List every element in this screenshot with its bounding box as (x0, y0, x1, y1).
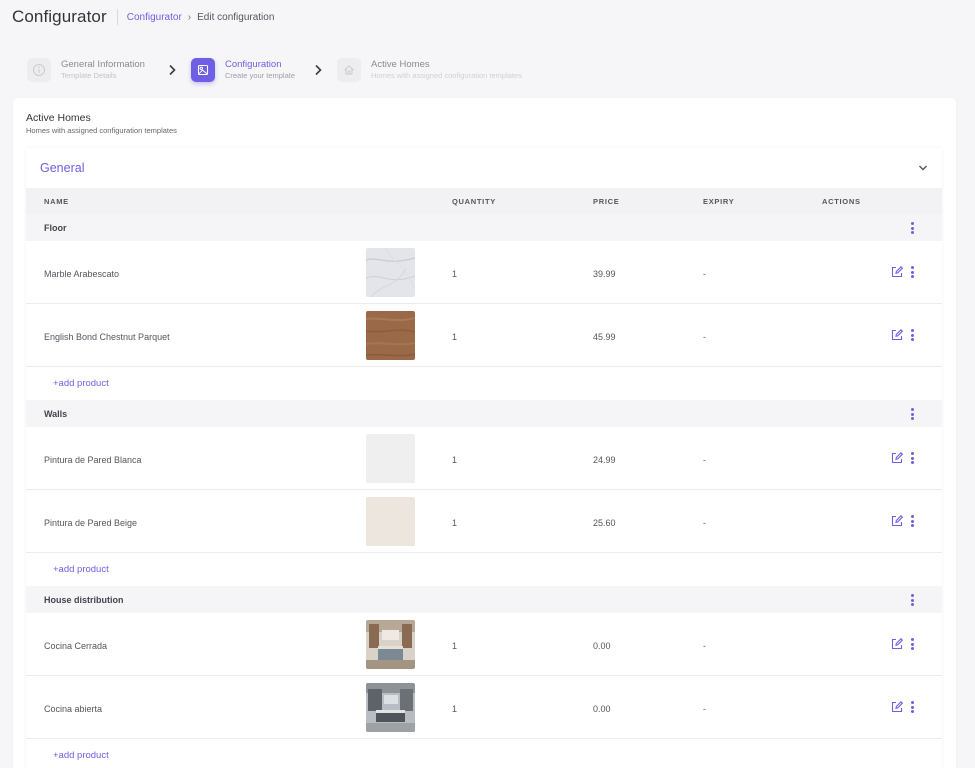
product-thumbnail-white (366, 434, 415, 483)
page-header: Configurator Configurator › Edit configu… (12, 6, 274, 28)
group-row-house-distribution: House distribution (26, 586, 942, 613)
column-header-actions: ACTIONS (822, 197, 861, 206)
step-title: Configuration (224, 59, 282, 70)
product-name: Cocina Cerrada (44, 641, 108, 651)
column-header-name: NAME (44, 197, 69, 206)
general-section-header[interactable]: General (26, 148, 942, 188)
breadcrumb-current: Edit configuration (197, 11, 275, 23)
active-homes-card: Active Homes Homes with assigned configu… (13, 98, 956, 768)
step-configuration[interactable]: Configuration Create your template (190, 58, 296, 82)
product-quantity: 1 (452, 518, 458, 528)
header-divider (116, 9, 118, 25)
edit-icon[interactable] (890, 265, 904, 279)
edit-icon[interactable] (890, 700, 904, 714)
edit-icon[interactable] (890, 514, 904, 528)
page-title: Configurator (12, 7, 107, 26)
configuration-icon (190, 58, 215, 82)
product-expiry: - (703, 518, 706, 528)
column-header-price: PRICE (593, 197, 620, 206)
chevron-down-icon[interactable] (918, 159, 928, 177)
edit-icon[interactable] (890, 328, 904, 342)
table-row: Pintura de Pared Blanca 1 24.99 - (26, 427, 942, 490)
group-row-walls: Walls (26, 400, 942, 427)
product-name: Pintura de Pared Blanca (44, 455, 142, 465)
product-expiry: - (703, 704, 706, 714)
product-expiry: - (703, 332, 706, 342)
step-subtitle: Homes with assigned configuration templa… (371, 71, 522, 80)
column-header-expiry: EXPIRY (703, 197, 735, 206)
add-product-row: +add product (26, 553, 942, 586)
table-row: Cocina Cerrada 1 0.00 - (26, 613, 942, 676)
step-title: Active Homes (371, 59, 430, 70)
more-options-icon[interactable] (906, 265, 918, 279)
product-price: 39.99 (593, 269, 616, 279)
product-thumbnail-beige (366, 497, 415, 546)
more-options-icon[interactable] (906, 451, 918, 465)
more-options-icon[interactable] (906, 221, 918, 235)
table-row: Cocina abierta 1 0.00 - (26, 676, 942, 739)
breadcrumb-configurator-link[interactable]: Configurator (127, 12, 182, 23)
product-name: English Bond Chestnut Parquet (44, 332, 170, 342)
product-price: 24.99 (593, 455, 616, 465)
product-expiry: - (703, 455, 706, 465)
add-product-row: +add product (26, 739, 942, 768)
product-name: Marble Arabescato (44, 269, 120, 279)
chevron-right-icon (307, 64, 329, 76)
more-options-icon[interactable] (906, 700, 918, 714)
add-product-row: +add product (26, 367, 942, 400)
group-name: Floor (44, 223, 67, 233)
product-thumbnail-marble (366, 248, 415, 297)
more-options-icon[interactable] (906, 328, 918, 342)
table-header: NAME QUANTITY PRICE EXPIRY ACTIONS (26, 188, 942, 214)
general-section: General NAME QUANTITY PRICE EXPIRY ACTIO… (26, 148, 942, 768)
info-icon (27, 58, 51, 82)
step-active-homes[interactable]: Active Homes Homes with assigned configu… (337, 58, 522, 82)
add-product-link[interactable]: +add product (53, 378, 109, 389)
add-product-link[interactable]: +add product (53, 564, 109, 575)
product-quantity: 1 (452, 332, 458, 342)
product-price: 0.00 (593, 641, 611, 651)
card-subtitle: Homes with assigned configuration templa… (26, 126, 177, 135)
section-title: General (40, 161, 85, 175)
card-title: Active Homes (26, 112, 91, 124)
product-quantity: 1 (452, 704, 458, 714)
product-thumbnail-kitchen-open (366, 683, 415, 732)
edit-icon[interactable] (890, 451, 904, 465)
product-thumbnail-wood (366, 311, 415, 360)
home-icon (337, 58, 362, 82)
product-thumbnail-kitchen-closed (366, 620, 415, 669)
more-options-icon[interactable] (906, 514, 918, 528)
product-name: Cocina abierta (44, 704, 103, 714)
group-row-floor: Floor (26, 214, 942, 241)
product-price: 0.00 (593, 704, 611, 714)
step-general-information[interactable]: General Information Template Details (27, 58, 145, 82)
group-name: Walls (44, 409, 68, 419)
product-quantity: 1 (452, 455, 458, 465)
group-name: House distribution (44, 595, 124, 605)
more-options-icon[interactable] (906, 407, 918, 421)
table-row: English Bond Chestnut Parquet 1 45.99 - (26, 304, 942, 367)
wizard-stepper: General Information Template Details Con… (27, 56, 522, 84)
product-price: 25.60 (593, 518, 616, 528)
more-options-icon[interactable] (906, 637, 918, 651)
product-quantity: 1 (452, 269, 458, 279)
step-subtitle: Create your template (224, 71, 296, 80)
table-row: Marble Arabescato 1 39.99 - (26, 241, 942, 304)
more-options-icon[interactable] (906, 593, 918, 607)
chevron-right-icon (161, 64, 183, 76)
breadcrumb-separator: › (187, 11, 192, 23)
product-quantity: 1 (452, 641, 458, 651)
product-name: Pintura de Pared Beige (44, 518, 138, 528)
table-row: Pintura de Pared Beige 1 25.60 - (26, 490, 942, 553)
add-product-link[interactable]: +add product (53, 750, 109, 761)
edit-icon[interactable] (890, 637, 904, 651)
product-expiry: - (703, 269, 706, 279)
step-subtitle: Template Details (61, 71, 117, 80)
product-expiry: - (703, 641, 706, 651)
product-price: 45.99 (593, 332, 616, 342)
step-title: General Information (61, 59, 145, 70)
column-header-quantity: QUANTITY (452, 197, 496, 206)
